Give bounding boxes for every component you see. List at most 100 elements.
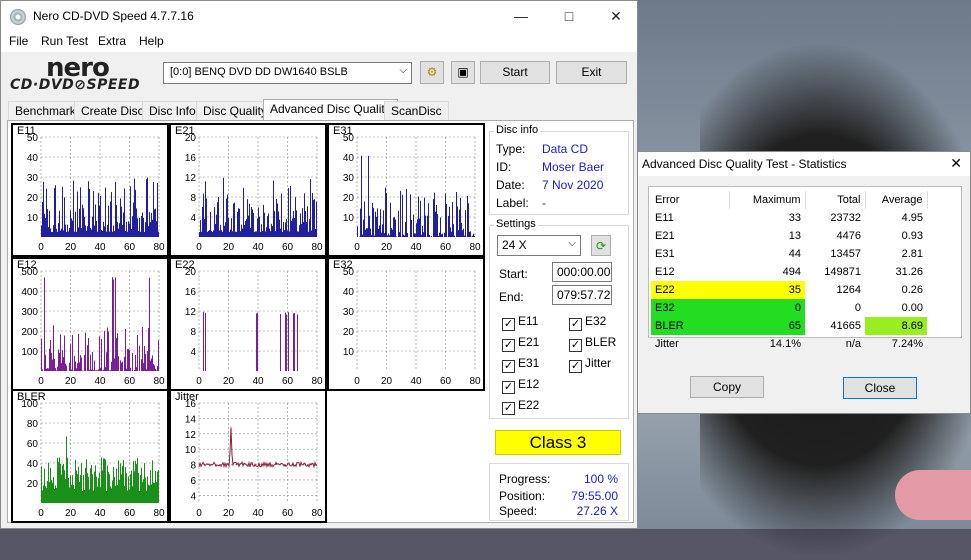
checkbox-bler[interactable]: ✓BLER: [569, 335, 616, 352]
copy-button[interactable]: Copy: [690, 376, 764, 398]
bar: [155, 369, 156, 371]
bar: [371, 235, 372, 237]
chart-title: E31: [333, 125, 353, 137]
menu-help[interactable]: Help: [139, 34, 164, 48]
x-tick-label: 60: [282, 376, 294, 387]
close-button[interactable]: Close: [843, 377, 917, 399]
y-tick-label: 6: [190, 476, 196, 487]
bar: [109, 370, 110, 371]
menu-file[interactable]: File: [9, 34, 28, 48]
bar: [362, 235, 363, 237]
bar: [93, 191, 94, 237]
title-bar[interactable]: Nero CD-DVD Speed 4.7.7.16 — □ ✕: [1, 1, 637, 32]
bar: [277, 204, 278, 237]
checkbox-jitter[interactable]: ✓Jitter: [569, 356, 611, 373]
bar: [275, 231, 276, 237]
maximize-icon[interactable]: □: [555, 5, 583, 27]
bar: [286, 314, 287, 371]
table-row: E1133237324.95: [651, 209, 927, 227]
bar: [285, 313, 286, 371]
checkbox-e21[interactable]: ✓E21: [502, 335, 539, 352]
chart-e12: 020406080500400300200100E12: [11, 257, 169, 391]
menu-extra[interactable]: Extra: [98, 34, 126, 48]
checkbox-e31[interactable]: ✓E31: [502, 356, 539, 373]
drive-info-button[interactable]: ⚙: [420, 61, 444, 84]
bar: [115, 277, 116, 371]
bar: [112, 277, 113, 371]
y-tick-label: 200: [21, 327, 38, 338]
drive-icon: ⚙: [427, 65, 438, 79]
end-input[interactable]: 079:57.72: [552, 285, 612, 305]
bar: [384, 233, 385, 237]
bar: [149, 212, 150, 237]
bar: [139, 491, 140, 503]
checkbox-e22[interactable]: ✓E22: [502, 398, 539, 415]
table-cell: 23732: [805, 209, 865, 227]
bar: [410, 194, 411, 237]
tab-benchmark[interactable]: Benchmark: [8, 101, 83, 121]
bar: [404, 236, 405, 237]
speed-select[interactable]: 24 X⌵: [497, 235, 581, 256]
checkbox-e32[interactable]: ✓E32: [569, 314, 606, 331]
checkbox-e12[interactable]: ✓E12: [502, 377, 539, 394]
bar: [436, 205, 437, 237]
bar: [65, 225, 66, 237]
bar: [127, 349, 128, 371]
chart-e21: 02040608020161284E21: [169, 123, 327, 257]
bar: [392, 230, 393, 237]
tab-scandisc[interactable]: ScanDisc: [384, 101, 449, 121]
speed-value: 24 X: [502, 238, 527, 252]
table-cell: E32: [651, 299, 729, 317]
close-icon[interactable]: ✕: [950, 155, 962, 172]
bar: [109, 232, 110, 237]
start-input[interactable]: 000:00.00: [552, 262, 612, 282]
table-row: Jitter14.1%n/a7.24%: [651, 335, 927, 353]
bar: [44, 278, 45, 371]
x-tick-label: 0: [196, 508, 202, 519]
tab-create-disc[interactable]: Create Disc: [74, 101, 151, 121]
bar: [143, 363, 144, 371]
statistics-title-bar[interactable]: Advanced Disc Quality Test - Statistics …: [638, 152, 970, 176]
bar: [56, 488, 57, 503]
bar: [153, 483, 154, 503]
refresh-button[interactable]: ⟳: [591, 235, 611, 256]
bar: [456, 192, 457, 237]
bar: [96, 370, 97, 371]
bar: [148, 485, 149, 503]
bar: [135, 461, 136, 503]
x-tick-label: 80: [469, 376, 481, 387]
chart-title: E22: [175, 259, 195, 271]
bar: [267, 216, 268, 237]
statistics-table: ErrorMaximumTotalAverageE1133237324.95E2…: [651, 191, 928, 353]
x-tick-label: 40: [252, 508, 264, 519]
bar: [64, 470, 65, 503]
table-cell: 14.1%: [729, 335, 805, 353]
bar: [416, 223, 417, 237]
menu-run-test[interactable]: Run Test: [41, 34, 88, 48]
bar: [396, 236, 397, 237]
bar: [92, 217, 93, 237]
exit-button[interactable]: Exit: [556, 61, 627, 84]
tab-advanced-disc-quality[interactable]: Advanced Disc Quality: [263, 99, 398, 121]
y-tick-label: 12: [185, 173, 197, 184]
x-tick-label: 60: [282, 242, 294, 253]
drive-select[interactable]: [0:0] BENQ DVD DD DW1640 BSLB⌵: [163, 62, 412, 84]
bar: [474, 236, 475, 237]
bar: [104, 226, 105, 237]
save-button[interactable]: ▣: [451, 61, 475, 84]
close-icon[interactable]: ✕: [602, 5, 630, 27]
start-button[interactable]: Start: [480, 61, 550, 84]
bar: [95, 370, 96, 371]
bar: [133, 461, 134, 503]
bar: [132, 216, 133, 237]
tab-disc-info[interactable]: Disc Info: [142, 101, 203, 121]
minimize-icon[interactable]: —: [507, 5, 535, 27]
bar: [312, 193, 313, 237]
bar: [461, 223, 462, 237]
progress-group: Progress: 100 % Position: 79:55.00 Speed…: [489, 463, 629, 521]
bar: [143, 218, 144, 237]
table-cell: 4476: [805, 227, 865, 245]
bar: [207, 232, 208, 237]
bar: [157, 472, 158, 503]
checkbox-e11[interactable]: ✓E11: [502, 314, 538, 331]
